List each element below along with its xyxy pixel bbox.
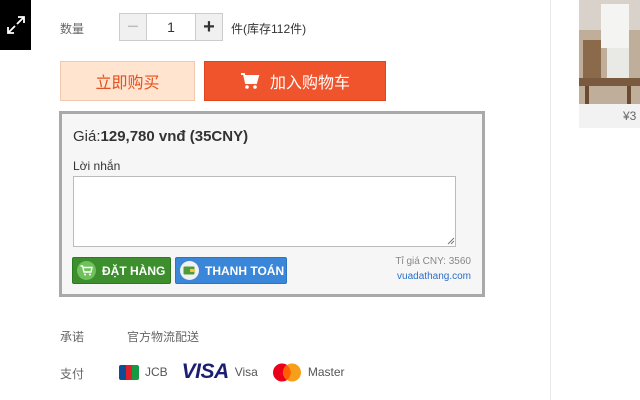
payment-method-visa: VISA Visa — [182, 360, 258, 384]
cart-icon — [240, 73, 260, 89]
message-label: Lời nhắn — [73, 159, 121, 173]
add-to-cart-button[interactable]: 加入购物车 — [204, 61, 386, 101]
order-button[interactable]: ĐẶT HÀNG — [72, 257, 171, 284]
cart-icon — [77, 261, 96, 280]
product-thumbnail[interactable] — [579, 0, 640, 104]
message-input[interactable] — [73, 176, 456, 247]
thumbnail-price: ¥3 — [579, 104, 640, 128]
payment-method-master: Master — [272, 363, 345, 382]
price-line: Giá:129,780 vnđ (35CNY) — [73, 128, 248, 145]
buy-now-button[interactable]: 立即购买 — [60, 61, 195, 101]
expand-button[interactable] — [0, 0, 31, 50]
wallet-icon — [180, 261, 199, 280]
mastercard-logo-icon — [272, 363, 301, 381]
promise-value: 官方物流配送 — [127, 330, 200, 344]
decrease-button[interactable]: − — [119, 13, 147, 41]
price-value: 129,780 vnđ (35CNY) — [100, 128, 249, 145]
exchange-rate-text: Tỉ giá CNY: 3560 — [395, 256, 471, 267]
order-panel: Giá:129,780 vnđ (35CNY) Lời nhắn ĐẶT HÀN… — [59, 111, 485, 297]
pay-button-label: THANH TOÁN — [205, 263, 285, 278]
jcb-label: JCB — [145, 365, 168, 379]
column-divider — [550, 0, 551, 400]
price-prefix: Giá: — [73, 128, 101, 145]
visa-label: Visa — [234, 365, 258, 379]
payment-methods: JCB VISA Visa Master — [119, 360, 359, 384]
buy-now-label: 立即购买 — [95, 75, 160, 92]
quantity-label: 数量 — [60, 22, 85, 36]
resize-grip-icon[interactable] — [447, 237, 455, 245]
pay-button[interactable]: THANH TOÁN — [175, 257, 287, 284]
order-button-label: ĐẶT HÀNG — [102, 263, 166, 278]
stock-text: 件(库存112件) — [231, 22, 307, 36]
payment-method-jcb: JCB — [119, 364, 168, 380]
expand-icon — [6, 16, 25, 34]
product-photo — [579, 0, 640, 104]
payment-label: 支付 — [60, 367, 85, 381]
site-link[interactable]: vuadathang.com — [397, 271, 471, 282]
visa-logo: VISA — [181, 360, 230, 383]
quantity-input[interactable] — [147, 13, 195, 41]
master-label: Master — [307, 365, 345, 379]
increase-button[interactable]: + — [195, 13, 223, 41]
quantity-stepper: − + — [119, 13, 223, 41]
add-to-cart-label: 加入购物车 — [269, 75, 350, 92]
jcb-logo-icon — [119, 364, 139, 380]
promise-label: 承诺 — [60, 330, 85, 344]
